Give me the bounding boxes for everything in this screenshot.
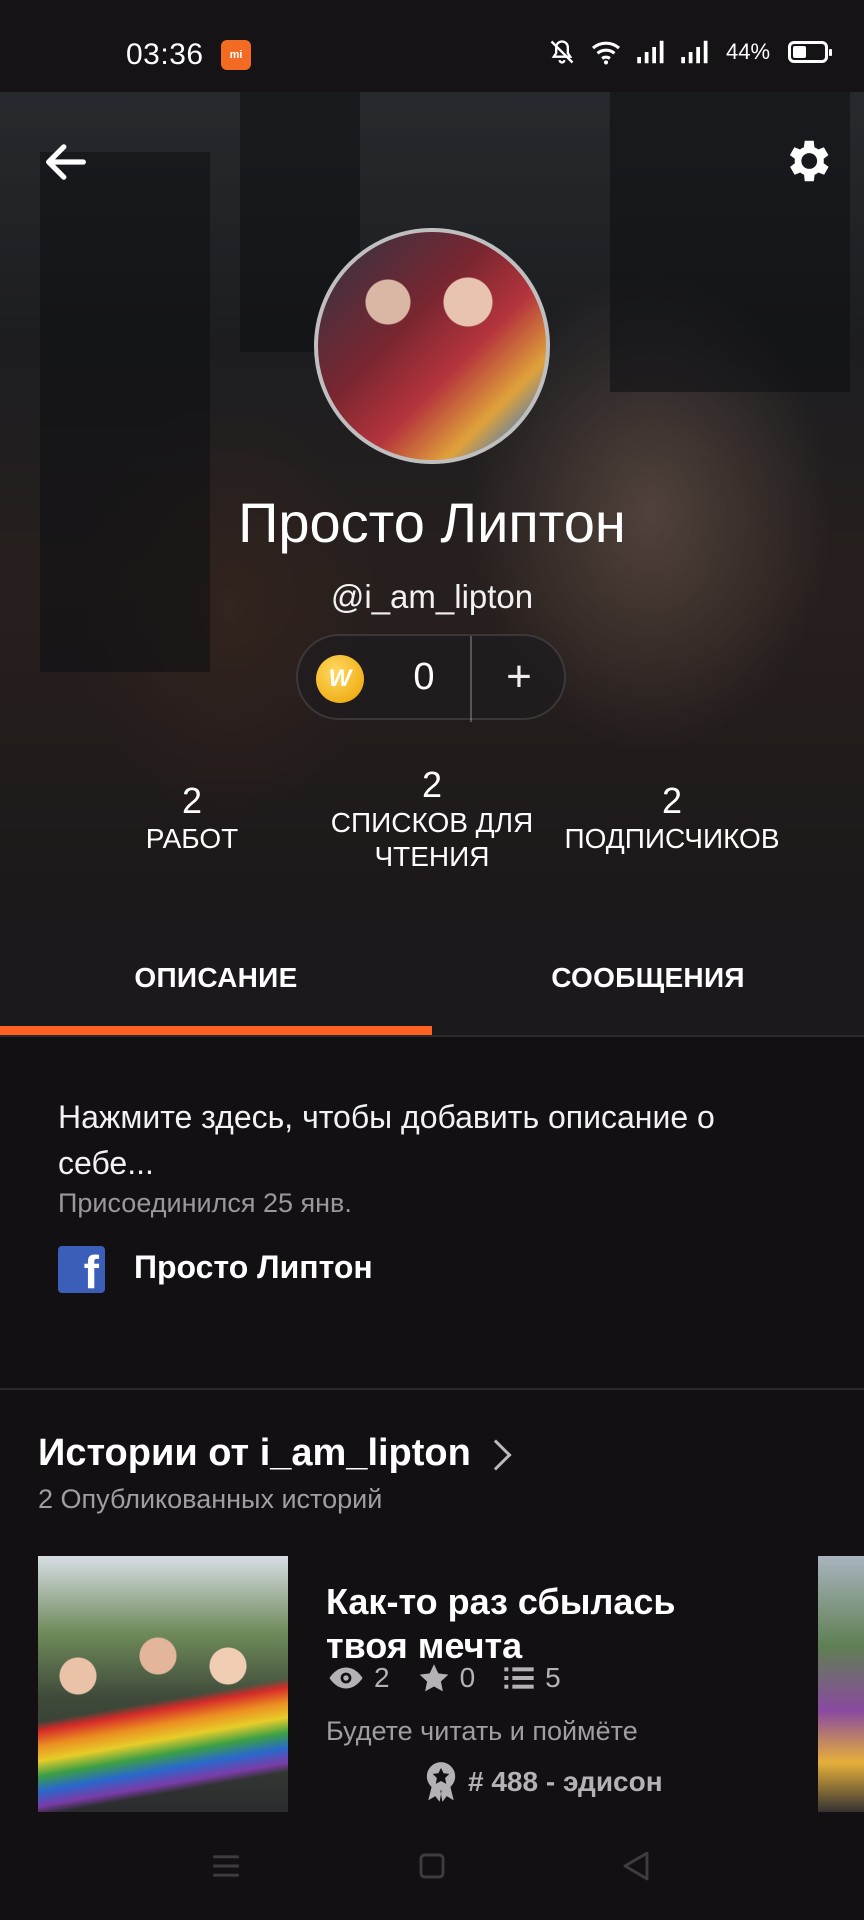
facebook-icon: f [58,1246,105,1293]
tab-description[interactable]: ОПИСАНИЕ [0,920,432,1036]
system-nav-bar [0,1812,864,1920]
gear-icon [789,140,829,182]
star-icon [419,1664,448,1692]
story-rank[interactable]: # 488 - эдисон [424,1760,663,1804]
stat-works[interactable]: 2 РАБОТ [92,780,292,856]
profile-name: Просто Липтон [238,491,626,554]
story-views: 2 [328,1662,390,1694]
avatar[interactable] [314,228,550,464]
status-icons: 44% [548,38,833,66]
stories-count: 2 Опубликованных историй [38,1484,383,1514]
story-stats: 2 0 5 [328,1662,589,1694]
story-title[interactable]: Как-то раз сбылась твоя мечта [326,1580,746,1668]
triangle-back-icon [623,1851,649,1881]
mi-notification-icon: mi [221,40,251,70]
story-cover-next[interactable] [818,1556,864,1814]
story-parts: 5 [503,1662,561,1694]
system-back-button[interactable] [614,1844,658,1888]
tab-messages[interactable]: СООБЩЕНИЯ [432,920,864,1036]
coins-widget: W 0 + [296,634,566,722]
list-icon [504,1667,534,1689]
wifi-icon [591,41,621,65]
home-button[interactable] [410,1844,454,1888]
menu-icon [213,1855,239,1877]
battery-icon [788,41,833,63]
stories-header[interactable]: Истории от i_am_lipton [38,1432,512,1475]
signal-icon [637,40,664,64]
story-views-count: 2 [374,1662,390,1693]
profile-handle: @i_am_lipton [330,578,534,615]
story-cover[interactable] [38,1556,288,1814]
bell-off-icon [550,40,574,64]
story-description: Будете читать и поймёте [326,1716,638,1746]
settings-button[interactable] [780,134,834,188]
stat-works-label: РАБОТ [145,823,239,854]
stat-followers-label: ПОДПИСЧИКОВ [564,823,780,854]
chevron-right-icon [480,1438,512,1471]
stat-lists-count: 2 [421,764,443,805]
arrow-left-icon [46,144,86,180]
coin-count: 0 [413,656,435,698]
eye-icon [329,1667,363,1689]
profile-tabs: ОПИСАНИЕ СООБЩЕНИЯ [0,920,864,1036]
add-coins-button[interactable]: + [472,636,566,722]
stat-lists-label: СПИСКОВ ДЛЯ ЧТЕНИЯ [330,807,534,872]
stat-followers-count: 2 [661,780,683,821]
status-time: 03:36 [126,38,204,71]
facebook-profile-link[interactable]: Просто Липтон [134,1249,373,1286]
stat-followers[interactable]: 2 ПОДПИСЧИКОВ [552,780,792,856]
joined-date: Присоединился 25 янв. [58,1188,352,1218]
coin-icon: W [316,655,364,703]
square-icon [419,1853,445,1879]
signal-icon [681,40,708,64]
status-bar: 03:36 mi 44% [0,0,864,92]
stories-title: Истории от i_am_lipton [38,1432,471,1474]
rank-badge-icon [426,1762,456,1802]
stat-works-count: 2 [181,780,203,821]
story-votes-count: 0 [459,1662,476,1693]
stat-reading-lists[interactable]: 2 СПИСКОВ ДЛЯ ЧТЕНИЯ [322,764,542,874]
back-button[interactable] [40,136,92,188]
battery-percent: 44% [726,39,771,64]
add-description-prompt[interactable]: Нажмите здесь, чтобы добавить описание о… [58,1094,818,1186]
recent-apps-button[interactable] [204,1844,248,1888]
story-rank-label: # 488 - эдисон [468,1766,663,1797]
story-parts-count: 5 [545,1662,561,1693]
divider [0,1388,864,1390]
divider [0,1035,864,1037]
story-votes: 0 [418,1662,476,1694]
active-tab-indicator [0,1026,432,1035]
